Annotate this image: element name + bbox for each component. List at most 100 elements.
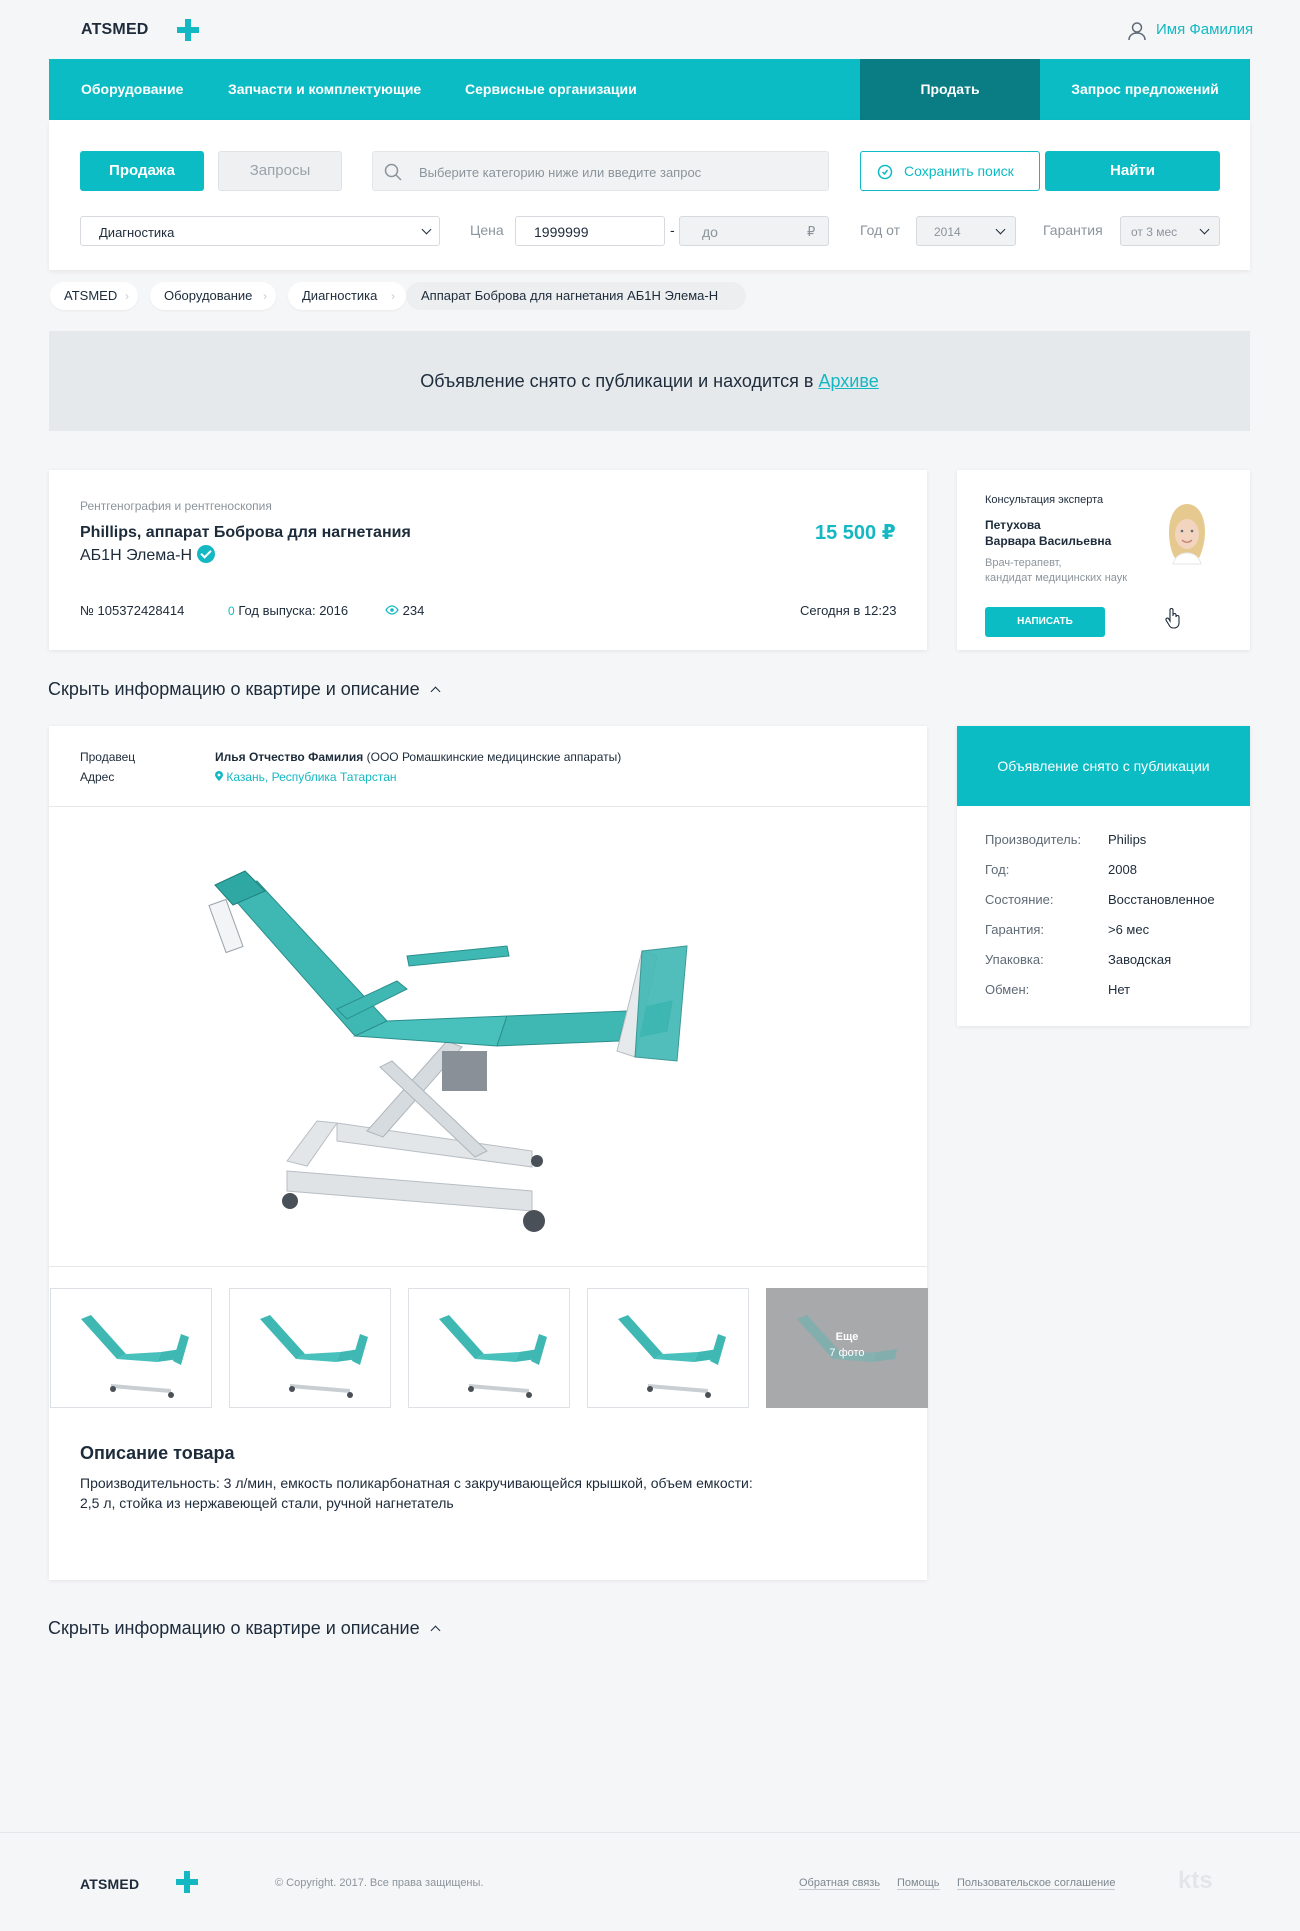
listing-title: Phillips, аппарат Боброва для нагнетания [80, 524, 411, 541]
thumbnail-image [81, 1315, 189, 1398]
price-from-input[interactable]: 1999999 [515, 216, 665, 246]
spec-label: Упаковка: [985, 952, 1044, 967]
footer-logo[interactable]: ATSMED [80, 1876, 139, 1892]
eye-icon [385, 605, 399, 615]
save-search-button[interactable]: Сохранить поиск [860, 151, 1040, 191]
spec-label: Гарантия: [985, 922, 1045, 937]
thumbnail-image [618, 1315, 726, 1398]
section-toggle[interactable]: Скрыть информацию о квартире и описание [48, 679, 441, 700]
expert-role: Врач-терапевт, [985, 557, 1062, 569]
more-photos-count: 7 фото [829, 1347, 865, 1359]
spec-label: Производитель: [985, 832, 1082, 847]
kts-logo[interactable]: kts [1178, 1867, 1213, 1895]
spec-value: >6 мес [1108, 922, 1150, 937]
address-label: Адрес [80, 770, 115, 784]
expert-card: Консультация эксперта Петухова Варвара В… [957, 470, 1250, 650]
chevron-up-icon [430, 1625, 441, 1636]
seller-org: (ООО Ромашкинские медицинские аппараты) [366, 750, 622, 764]
search-input[interactable]: Выберите категорию ниже или введите запр… [372, 151, 829, 191]
listing-summary-card: Рентгенография и рентгеноскопия Phillips… [49, 470, 927, 650]
nav-request-button[interactable]: Запрос предложений [1040, 59, 1250, 120]
seller-address-text: Казань, Республика Татарстан [226, 770, 397, 784]
search-panel: Продажа Запросы Выберите категорию ниже … [49, 120, 1250, 270]
write-button[interactable]: НАПИСАТЬ [985, 607, 1105, 637]
archive-link[interactable]: Архиве [818, 371, 878, 391]
thumbnail[interactable] [587, 1288, 749, 1408]
plus-logo-icon [176, 1871, 198, 1893]
spec-label: Состояние: [985, 892, 1054, 907]
product-image[interactable] [187, 861, 827, 1241]
description-heading: Описание товара [80, 1443, 235, 1463]
nav-item-service[interactable]: Сервисные организации [465, 59, 637, 120]
tab-requests[interactable]: Запросы [218, 151, 342, 191]
price-from-value: 1999999 [534, 224, 589, 240]
nav-item-parts[interactable]: Запчасти и комплектующие [228, 59, 421, 120]
seller-name[interactable]: Илья Отчество Фамилия [215, 750, 363, 764]
more-photos-thumbnail[interactable]: Еще 7 фото [766, 1288, 928, 1408]
status-card-title: Объявление снято с публикации [997, 758, 1210, 774]
breadcrumb-item[interactable]: ATSMED › [50, 282, 138, 310]
listing-subtitle: АБ1Н Элема-Н [80, 545, 215, 565]
breadcrumb-current: Аппарат Боброва для нагнетания АБ1Н Элем… [406, 282, 746, 310]
price-label: Цена [470, 222, 504, 238]
status-card: Объявление снято с публикации Производит… [957, 726, 1250, 1026]
thumbnail[interactable] [408, 1288, 570, 1408]
thumbnail-image [260, 1315, 368, 1398]
help-link[interactable]: Помощь [897, 1877, 940, 1890]
user-icon [1128, 22, 1146, 41]
price-dash: - [670, 222, 675, 238]
thumbnail[interactable] [50, 1288, 212, 1408]
tab-sale[interactable]: Продажа [80, 151, 204, 191]
category-select[interactable]: Диагностика [80, 216, 440, 246]
listing-category: Рентгенография и рентгеноскопия [80, 499, 272, 513]
year-icon: 0 [228, 604, 235, 618]
archive-banner: Объявление снято с публикации и находитс… [49, 331, 1250, 431]
seller-address[interactable]: Казань, Республика Татарстан [215, 770, 397, 784]
spec-value: 2008 [1108, 862, 1137, 877]
user-name[interactable]: Имя Фамилия [1156, 21, 1253, 38]
description-text: Производительность: 3 л/мин, емкость пол… [80, 1475, 753, 1491]
section-toggle-label: Скрыть информацию о квартире и описание [48, 1618, 420, 1638]
save-search-label: Сохранить поиск [904, 163, 1014, 179]
thumbnail[interactable] [229, 1288, 391, 1408]
chevron-down-icon [1199, 224, 1210, 235]
warranty-label: Гарантия [1043, 222, 1103, 238]
expert-name-2: Варвара Васильевна [985, 534, 1112, 548]
seller-info: Илья Отчество Фамилия (ООО Ромашкинские … [215, 750, 621, 764]
divider [49, 1266, 927, 1267]
currency-sign: ₽ [807, 224, 816, 239]
thumbnail-image [439, 1315, 547, 1398]
find-button[interactable]: Найти [1045, 151, 1220, 191]
year-label: Год от [860, 222, 901, 238]
expert-name: Петухова [985, 518, 1041, 532]
warranty-select[interactable]: от 3 мес [1120, 216, 1220, 246]
section-toggle-label: Скрыть информацию о квартире и описание [48, 679, 420, 699]
nav-sell-button[interactable]: Продать [860, 59, 1040, 120]
expert-role-2: кандидат медицинских наук [985, 572, 1128, 584]
spec-value: Восстановленное [1108, 892, 1215, 907]
warranty-value: от 3 мес [1131, 225, 1178, 239]
price-to-placeholder: до [702, 224, 718, 240]
copyright: © Copyright. 2017. Все права защищены. [275, 1877, 484, 1889]
terms-link[interactable]: Пользовательское соглашение [957, 1877, 1116, 1890]
breadcrumb-separator-icon: › [263, 289, 267, 303]
listing-model: АБ1Н Элема-Н [80, 547, 193, 564]
listing-views-count: 234 [402, 603, 425, 618]
feedback-link[interactable]: Обратная связь [799, 1877, 881, 1890]
archive-banner-text: Объявление снято с публикации и находитс… [420, 371, 814, 391]
search-placeholder: Выберите категорию ниже или введите запр… [419, 165, 702, 180]
spec-label: Обмен: [985, 982, 1030, 997]
breadcrumb-separator-icon: › [391, 289, 395, 303]
listing-views: 234 [385, 603, 424, 618]
breadcrumb-item[interactable]: Диагностика › [288, 282, 406, 310]
logo[interactable]: ATSMED [81, 21, 149, 39]
nav-item-equipment[interactable]: Оборудование [81, 59, 183, 120]
hand-cursor-icon [1165, 608, 1180, 629]
spec-value: Заводская [1108, 952, 1172, 967]
price-to-input[interactable]: до ₽ [679, 216, 829, 246]
chevron-down-icon [421, 224, 432, 235]
breadcrumb-item[interactable]: Оборудование › [150, 282, 276, 310]
listing-year-text: Год выпуска: 2016 [238, 603, 349, 618]
year-select[interactable]: 2014 [916, 216, 1016, 246]
section-toggle[interactable]: Скрыть информацию о квартире и описание [48, 1618, 441, 1639]
